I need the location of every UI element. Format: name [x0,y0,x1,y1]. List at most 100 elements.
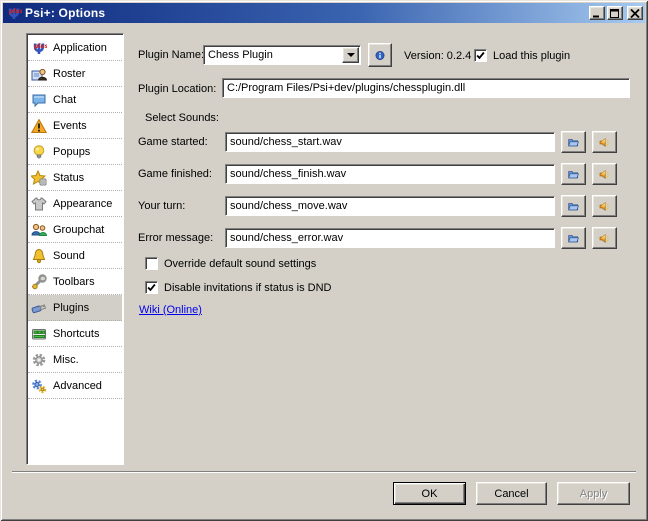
events-icon [31,118,47,134]
footer-separator [12,471,636,473]
sidebar-item-label: Misc. [53,354,79,366]
sidebar-item-label: Advanced [53,380,102,392]
play-sound-button[interactable] [592,131,617,153]
minimize-button[interactable] [589,6,605,20]
toolbars-icon [31,274,47,290]
sound-file-input[interactable]: sound/chess_start.wav [225,132,555,152]
cancel-button[interactable]: Cancel [476,482,547,505]
sidebar-item-label: Groupchat [53,224,104,236]
plugins-icon [31,300,47,316]
sidebar-item-status[interactable]: Status [28,165,122,191]
load-plugin-label: Load this plugin [493,50,570,62]
popups-icon [31,144,47,160]
svg-text:plus: plus [33,43,47,50]
sidebar-item-misc[interactable]: Misc. [28,347,122,373]
sound-event-label: Error message: [138,227,213,249]
sidebar-item-label: Toolbars [53,276,95,288]
play-sound-button[interactable] [592,195,617,217]
sound-file-input[interactable]: sound/chess_finish.wav [225,164,555,184]
wiki-online-link[interactable]: Wiki (Online) [139,304,202,316]
disable-invitations-label: Disable invitations if status is DND [164,282,332,294]
sidebar-item-label: Popups [53,146,90,158]
checkmark-icon [476,51,485,60]
maximize-icon [610,9,620,18]
sidebar-item-popups[interactable]: Popups [28,139,122,165]
play-sound-button[interactable] [592,163,617,185]
speaker-icon [599,198,610,215]
sidebar-item-label: Roster [53,68,85,80]
sidebar-item-label: Chat [53,94,76,106]
info-icon [375,47,385,64]
sound-setting-row: Your turn: sound/chess_move.wav [138,195,630,217]
speaker-icon [599,134,610,151]
sidebar-item-label: Status [53,172,84,184]
sidebar-item-plugins[interactable]: Plugins [28,295,122,321]
sidebar-item-toolbars[interactable]: Toolbars [28,269,122,295]
apply-button[interactable]: Apply [557,482,630,505]
sound-file-input[interactable]: sound/chess_move.wav [225,196,555,216]
chat-icon [31,92,47,108]
version-label: Version: 0.2.4 [404,50,471,62]
sound-settings-list: Game started: sound/chess_start.wav Game… [138,131,630,259]
plugin-location-label: Plugin Location: [138,83,216,95]
sidebar-item-application[interactable]: Ψplus Application [28,35,122,61]
minimize-icon [592,9,602,18]
checkmark-icon [147,283,156,292]
folder-icon [568,230,579,247]
sidebar-item-groupchat[interactable]: Groupchat [28,217,122,243]
sound-setting-row: Game started: sound/chess_start.wav [138,131,630,153]
browse-sound-button[interactable] [561,227,586,249]
sound-event-label: Game finished: [138,163,212,185]
advanced-icon [31,378,47,394]
sidebar-item-label: Shortcuts [53,328,99,340]
sound-event-label: Game started: [138,131,208,153]
plugin-location-input[interactable]: C:/Program Files/Psi+dev/plugins/chesspl… [222,78,630,98]
folder-icon [568,134,579,151]
sidebar-list: Ψplus Application Roster Chat Events Pop… [26,33,124,465]
chevron-down-icon[interactable] [342,47,359,63]
plugin-name-value: Chess Plugin [208,48,273,62]
close-button[interactable] [627,6,643,20]
psi-plus-icon: Ψplus [31,40,47,56]
sound-file-input[interactable]: sound/chess_error.wav [225,228,555,248]
sidebar-item-sound[interactable]: Sound [28,243,122,269]
folder-icon [568,198,579,215]
psi-plus-app-icon: Ψplus [6,5,22,21]
speaker-icon [599,230,610,247]
close-icon [630,9,640,18]
shortcuts-icon [31,326,47,342]
select-sounds-label: Select Sounds: [145,112,219,124]
browse-sound-button[interactable] [561,195,586,217]
folder-icon [568,166,579,183]
override-sound-label: Override default sound settings [164,258,316,270]
appearance-icon [31,196,47,212]
sound-icon [31,248,47,264]
sidebar-item-events[interactable]: Events [28,113,122,139]
disable-invitations-checkbox[interactable] [145,281,158,294]
plugin-name-select[interactable]: Chess Plugin [203,45,361,65]
options-dialog: Ψplus Psi+: Options Ψplus Application Ro… [0,0,648,521]
plugin-info-button[interactable] [368,43,392,67]
sidebar-item-chat[interactable]: Chat [28,87,122,113]
sidebar-item-roster[interactable]: Roster [28,61,122,87]
misc-icon [31,352,47,368]
titlebar[interactable]: Ψplus Psi+: Options [3,3,645,23]
sidebar-item-appearance[interactable]: Appearance [28,191,122,217]
sound-setting-row: Game finished: sound/chess_finish.wav [138,163,630,185]
sidebar-item-advanced[interactable]: Advanced [28,373,122,399]
ok-button[interactable]: OK [393,482,466,505]
sidebar-item-label: Sound [53,250,85,262]
play-sound-button[interactable] [592,227,617,249]
load-plugin-checkbox[interactable] [474,49,487,62]
browse-sound-button[interactable] [561,131,586,153]
maximize-button[interactable] [607,6,623,20]
sound-setting-row: Error message: sound/chess_error.wav [138,227,630,249]
browse-sound-button[interactable] [561,163,586,185]
sidebar-item-shortcuts[interactable]: Shortcuts [28,321,122,347]
sidebar-item-label: Events [53,120,87,132]
sound-event-label: Your turn: [138,195,185,217]
roster-icon [31,66,47,82]
sidebar-item-label: Application [53,42,107,54]
override-sound-checkbox[interactable] [145,257,158,270]
plugin-name-label: Plugin Name: [138,49,204,61]
